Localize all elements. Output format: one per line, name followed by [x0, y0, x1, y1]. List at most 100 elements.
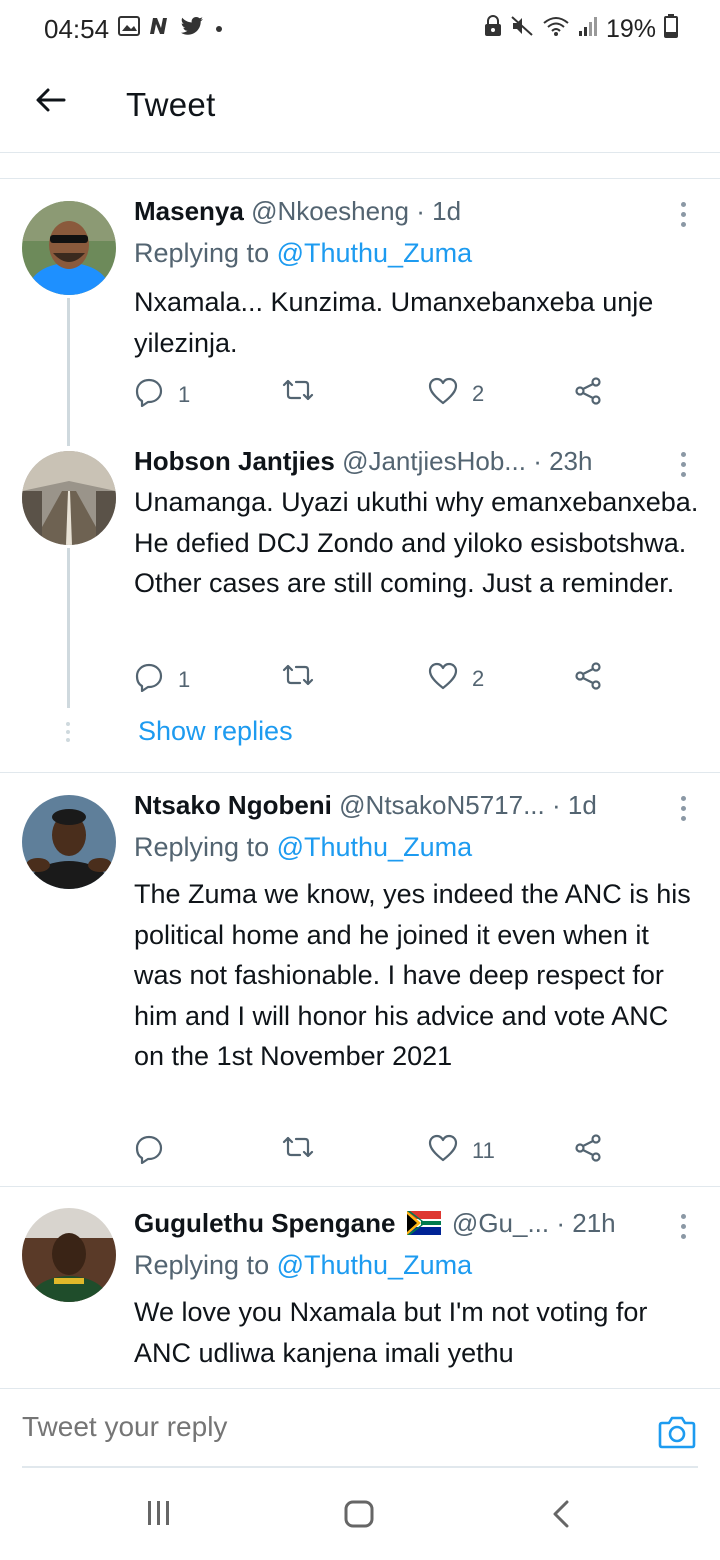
reply-count: 1: [178, 382, 191, 407]
thread-dots: [66, 722, 70, 742]
tweet-time: · 23h: [533, 446, 593, 476]
mention-link[interactable]: @Thuthu_Zuma: [277, 832, 473, 862]
reply-count: 1: [178, 667, 191, 692]
reply-button[interactable]: [134, 1134, 178, 1170]
tweet-header: Gugulethu Spengane @Gu_... · 21h: [134, 1208, 682, 1242]
author-handle[interactable]: @Gu_...: [452, 1208, 549, 1238]
battery-text: 19%: [605, 15, 656, 43]
avatar[interactable]: [22, 795, 116, 889]
replying-to: Replying to @Thuthu_Zuma: [134, 832, 472, 863]
author-name[interactable]: Gugulethu Spengane: [134, 1208, 395, 1238]
reply-icon: [134, 662, 164, 698]
tweet-divider: [0, 772, 720, 773]
share-icon: [574, 377, 602, 411]
avatar[interactable]: [22, 1208, 116, 1302]
n-icon: [148, 16, 172, 41]
dot-icon: [216, 25, 222, 32]
retweet-button[interactable]: [282, 1134, 328, 1166]
retweet-icon: [282, 377, 314, 409]
like-button[interactable]: 2: [428, 377, 484, 411]
replying-to: Replying to @Thuthu_Zuma: [134, 1250, 472, 1281]
reply-button[interactable]: 1: [134, 377, 190, 413]
tweet-divider: [0, 1186, 720, 1187]
tweet-actions: 1 2: [134, 662, 614, 696]
replying-prefix: Replying to: [134, 832, 277, 862]
home-icon[interactable]: [344, 1500, 374, 1533]
mention-link[interactable]: @Thuthu_Zuma: [277, 1250, 473, 1280]
south-africa-flag-icon: [406, 1211, 441, 1242]
author-name[interactable]: Ntsako Ngobeni: [134, 790, 332, 820]
tweet-time: · 1d: [552, 790, 597, 820]
reply-icon: [134, 377, 164, 413]
heart-icon: [428, 662, 458, 696]
previous-tweet-edge: [0, 153, 720, 179]
heart-icon: [428, 1134, 458, 1168]
gallery-icon: [118, 16, 140, 41]
more-options-icon[interactable]: [678, 452, 688, 477]
avatar[interactable]: [22, 451, 116, 545]
like-count: 2: [472, 381, 485, 406]
replying-prefix: Replying to: [134, 1250, 277, 1280]
thread-line: [67, 548, 70, 708]
back-chevron-icon[interactable]: [552, 1500, 570, 1533]
app-header: Tweet: [0, 58, 720, 152]
avatar[interactable]: [22, 201, 116, 295]
tweet-text: We love you Nxamala but I'm not voting f…: [134, 1297, 648, 1368]
battery-icon: [664, 14, 678, 45]
reply-composer: [0, 1388, 720, 1468]
tweet-header: Ntsako Ngobeni @NtsakoN5717... · 1d: [134, 790, 682, 821]
share-icon: [574, 662, 602, 696]
like-button[interactable]: 11: [428, 1134, 495, 1168]
tweet-text: The Zuma we know, yes indeed the ANC is …: [134, 879, 691, 1071]
author-handle[interactable]: @NtsakoN5717...: [339, 790, 545, 820]
like-button[interactable]: 2: [428, 662, 484, 696]
tweet-text: Unamanga. Uyazi ukuthi why emanxebanxeba…: [134, 487, 699, 598]
tweet-text: Nxamala... Kunzima. Umanxebanxeba unje y…: [134, 287, 654, 358]
share-button[interactable]: [574, 1134, 602, 1168]
back-button[interactable]: [28, 80, 72, 124]
retweet-icon: [282, 1134, 314, 1166]
show-replies-link[interactable]: Show replies: [138, 716, 293, 747]
like-count: 11: [472, 1138, 495, 1163]
status-bar: 04:54 19%: [0, 0, 720, 58]
status-time: 04:54: [44, 14, 110, 44]
replying-prefix: Replying to: [134, 238, 277, 268]
author-name[interactable]: Masenya: [134, 196, 244, 226]
tweet-actions: 1 2: [134, 377, 614, 411]
like-count: 2: [472, 666, 485, 691]
tweet-actions: 11: [134, 1134, 614, 1168]
system-navbar: [0, 1470, 720, 1560]
share-button[interactable]: [574, 662, 602, 696]
tweet-time: · 21h: [556, 1208, 616, 1238]
share-button[interactable]: [574, 377, 602, 411]
heart-icon: [428, 377, 458, 411]
wifi-icon: [542, 15, 570, 44]
author-handle[interactable]: @JantjiesHob...: [342, 446, 526, 476]
recents-icon[interactable]: [146, 1500, 172, 1531]
more-options-icon[interactable]: [678, 1214, 688, 1239]
lock-icon: [484, 15, 502, 44]
camera-icon[interactable]: [658, 1415, 696, 1449]
tweet-header: Hobson Jantjies @JantjiesHob... · 23h: [134, 446, 682, 477]
page-title: Tweet: [126, 86, 216, 123]
tweet-time: · 1d: [416, 196, 462, 226]
more-options-icon[interactable]: [678, 202, 688, 227]
reply-button[interactable]: 1: [134, 662, 190, 698]
tweet-header: Masenya @Nkoesheng · 1d: [134, 196, 682, 227]
mention-link[interactable]: @Thuthu_Zuma: [277, 238, 473, 268]
mute-icon: [510, 15, 534, 44]
more-options-icon[interactable]: [678, 796, 688, 821]
twitter-bird-icon: [180, 16, 204, 41]
share-icon: [574, 1134, 602, 1168]
status-notification-icons: [118, 16, 222, 41]
thread-line: [67, 298, 70, 446]
author-name[interactable]: Hobson Jantjies: [134, 446, 335, 476]
reply-icon: [134, 1134, 164, 1170]
retweet-icon: [282, 662, 314, 694]
reply-input[interactable]: [22, 1411, 622, 1443]
reply-underline: [22, 1466, 698, 1468]
replying-to: Replying to @Thuthu_Zuma: [134, 238, 472, 269]
author-handle[interactable]: @Nkoesheng: [251, 196, 409, 226]
retweet-button[interactable]: [282, 662, 328, 694]
retweet-button[interactable]: [282, 377, 328, 409]
